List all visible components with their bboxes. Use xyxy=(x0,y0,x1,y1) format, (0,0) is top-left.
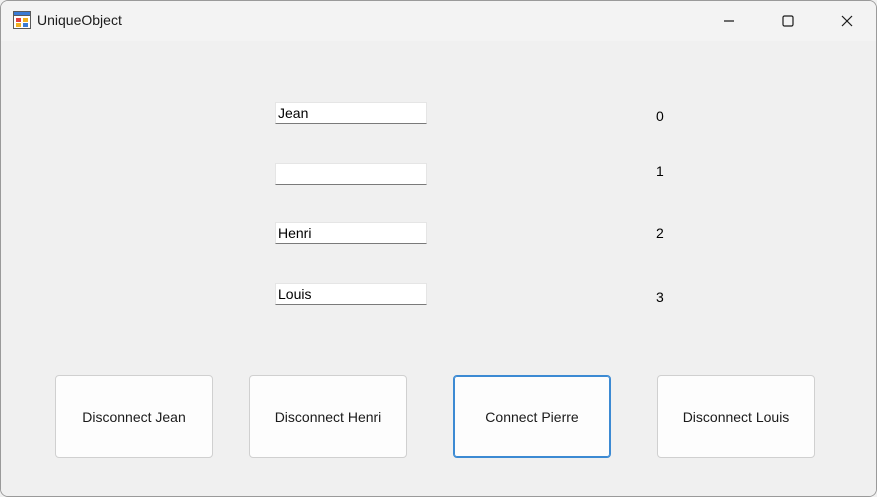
form-client-area: 0 1 2 3 Disconnect Jean Disconnect Henri… xyxy=(1,41,876,496)
minimize-icon xyxy=(723,15,735,27)
close-button[interactable] xyxy=(819,1,875,41)
close-icon xyxy=(841,15,853,27)
app-window: UniqueObject 0 1 2 3 Disconnect Jean Dis… xyxy=(0,0,877,497)
disconnect-henri-button[interactable]: Disconnect Henri xyxy=(249,375,407,458)
name-field-2[interactable] xyxy=(275,222,427,244)
title-bar[interactable]: UniqueObject xyxy=(1,1,876,41)
index-label-2: 2 xyxy=(656,225,664,241)
name-field-3[interactable] xyxy=(275,283,427,305)
index-label-3: 3 xyxy=(656,289,664,305)
name-field-0[interactable] xyxy=(275,102,427,124)
index-label-1: 1 xyxy=(656,163,664,179)
connect-pierre-button[interactable]: Connect Pierre xyxy=(453,375,611,458)
disconnect-louis-button[interactable]: Disconnect Louis xyxy=(657,375,815,458)
app-form-icon xyxy=(13,11,31,29)
minimize-button[interactable] xyxy=(701,1,757,41)
maximize-icon xyxy=(782,15,794,27)
index-label-0: 0 xyxy=(656,108,664,124)
disconnect-jean-button[interactable]: Disconnect Jean xyxy=(55,375,213,458)
maximize-button[interactable] xyxy=(760,1,816,41)
name-field-1[interactable] xyxy=(275,163,427,185)
window-title: UniqueObject xyxy=(37,12,122,28)
